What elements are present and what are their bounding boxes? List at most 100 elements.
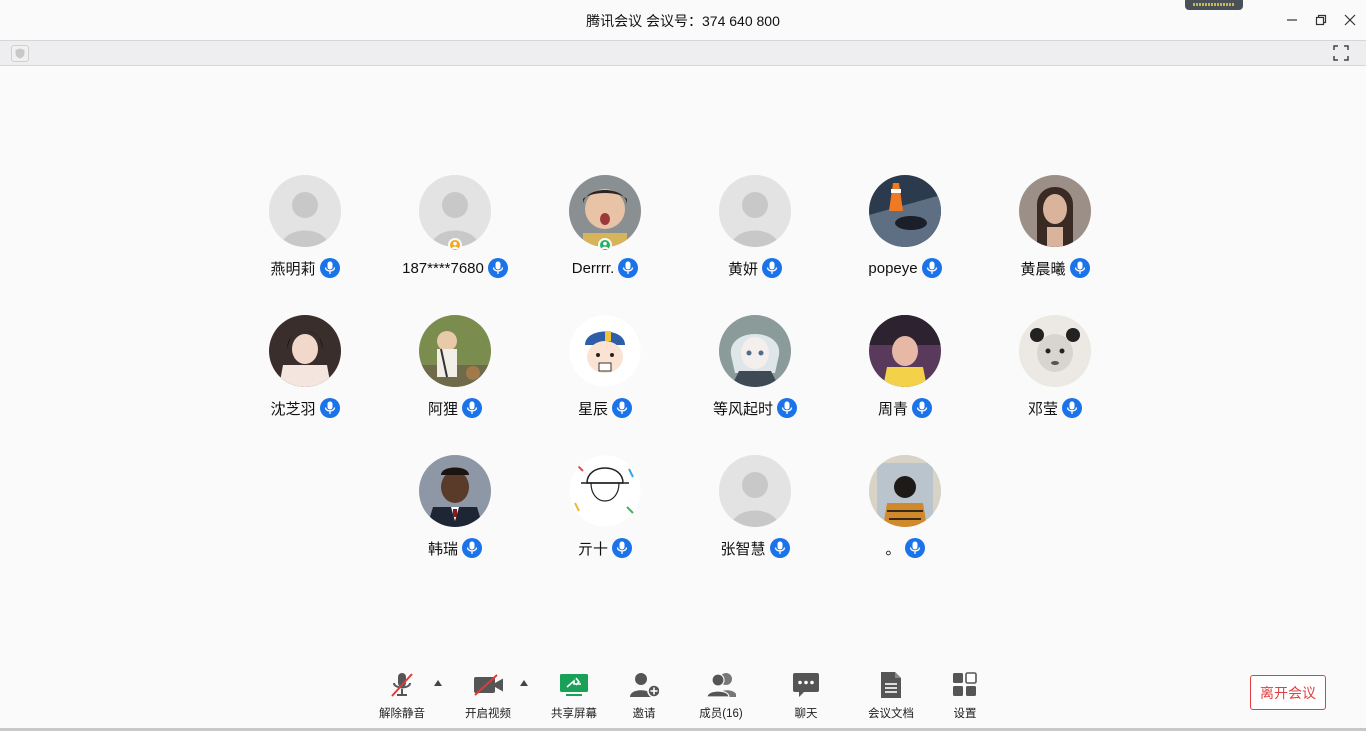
invite-button[interactable]: 邀请 [616, 670, 672, 722]
avatar [569, 315, 641, 387]
meeting-info-bar [0, 40, 1366, 66]
participant-name-row: 黄妍 [680, 257, 830, 279]
chat-button[interactable]: 聊天 [778, 670, 834, 722]
fullscreen-icon [1333, 45, 1349, 61]
participant-name-row: 张智慧 [680, 537, 830, 559]
participant-name-row: 亓十 [530, 537, 680, 559]
close-button[interactable] [1340, 10, 1360, 30]
avatar [719, 175, 791, 247]
participant-card[interactable]: 燕明莉 [230, 175, 380, 285]
mic-status-badge [487, 258, 508, 278]
participant-card[interactable]: 。 [830, 455, 980, 565]
unmute-button[interactable]: 解除静音 [374, 670, 430, 722]
avatar [719, 455, 791, 527]
participant-name-row: 阿狸 [380, 397, 530, 419]
participant-name-row: 187****7680 [380, 257, 530, 279]
participant-name: 阿狸 [427, 400, 458, 418]
settings-button[interactable]: 设置 [937, 670, 993, 722]
mic-icon [909, 541, 920, 554]
share-screen-label: 共享屏幕 [551, 708, 597, 720]
participant-name: 亓十 [577, 540, 608, 558]
avatar [269, 175, 341, 247]
mic-icon [616, 401, 628, 414]
co-host-badge-icon [598, 238, 612, 252]
bottom-toolbar: 解除静音 开启视频 共享屏幕 邀请 成员(16) 聊天 会议文档 设置 [0, 660, 1366, 731]
mic-status-badge [618, 258, 639, 278]
video-options-caret[interactable] [520, 680, 528, 686]
members-label: 成员(16) [699, 708, 743, 720]
avatar [269, 315, 341, 387]
mic-icon [466, 541, 478, 554]
chat-icon [793, 673, 819, 697]
mic-status-badge [762, 258, 782, 278]
start-video-button[interactable]: 开启视频 [460, 670, 516, 722]
participant-name-row: 邓莹 [980, 397, 1130, 419]
minimize-icon [1287, 19, 1297, 21]
participant-card[interactable]: 周青 [830, 315, 980, 425]
invite-label: 邀请 [632, 708, 656, 720]
participant-name: 星辰 [577, 400, 608, 418]
avatar [1019, 315, 1091, 387]
participant-name: popeye [868, 259, 918, 277]
shield-icon [15, 48, 25, 59]
minimize-button[interactable] [1282, 10, 1302, 30]
participant-card[interactable]: 韩瑞 [380, 455, 530, 565]
participant-name: 等风起时 [712, 400, 773, 418]
mic-icon [766, 261, 778, 274]
document-icon [881, 672, 901, 698]
participant-card[interactable]: 张智慧 [680, 455, 830, 565]
participant-name: 沈芝羽 [270, 400, 316, 418]
participant-card[interactable]: Derrrr. [530, 175, 680, 285]
avatar [719, 315, 791, 387]
mic-muted-icon [391, 673, 413, 697]
participant-name-row: popeye [830, 257, 980, 279]
mic-status-badge [777, 398, 797, 418]
participant-name: 张智慧 [720, 540, 766, 558]
audio-options-caret[interactable] [434, 680, 442, 686]
security-button[interactable] [11, 45, 29, 62]
participant-card[interactable]: 沈芝羽 [230, 315, 380, 425]
share-screen-button[interactable]: 共享屏幕 [546, 670, 602, 722]
mic-icon [781, 401, 793, 414]
fullscreen-button[interactable] [1333, 45, 1351, 62]
participant-name-row: 星辰 [530, 397, 680, 419]
unmute-label: 解除静音 [379, 708, 425, 720]
participant-card[interactable]: 星辰 [530, 315, 680, 425]
participant-card[interactable]: 187****7680 [380, 175, 530, 285]
restore-button[interactable] [1311, 10, 1331, 30]
meeting-docs-button[interactable]: 会议文档 [863, 670, 919, 722]
avatar [869, 455, 941, 527]
title-bar: 腾讯会议 会议号：374 640 800 [0, 0, 1366, 40]
mic-icon [616, 541, 628, 554]
close-icon [1344, 14, 1356, 26]
mic-status-badge [1069, 258, 1090, 278]
avatar [869, 175, 941, 247]
avatar [419, 455, 491, 527]
start-video-label: 开启视频 [465, 708, 511, 720]
participant-card[interactable]: 黄晨曦 [980, 175, 1130, 285]
avatar [1019, 175, 1091, 247]
participant-card[interactable]: 阿狸 [380, 315, 530, 425]
participant-name: Derrrr. [571, 259, 615, 277]
participant-name: 邓莹 [1027, 400, 1058, 418]
members-button[interactable]: 成员(16) [693, 670, 749, 722]
participant-name: 燕明莉 [270, 260, 316, 278]
participant-name: 187****7680 [402, 259, 484, 277]
restore-icon [1315, 14, 1327, 26]
participant-card[interactable]: 黄妍 [680, 175, 830, 285]
participant-name-row: 。 [830, 537, 980, 559]
mic-icon [623, 261, 634, 274]
mic-icon [1074, 261, 1085, 274]
leave-meeting-button[interactable]: 离开会议 [1250, 675, 1326, 710]
mic-icon [324, 401, 335, 414]
mic-icon [466, 401, 478, 414]
avatar [419, 315, 491, 387]
participant-card[interactable]: popeye [830, 175, 980, 285]
participant-card[interactable]: 亓十 [530, 455, 680, 565]
avatar [869, 315, 941, 387]
participant-card[interactable]: 等风起时 [680, 315, 830, 425]
participant-name: 周青 [877, 400, 908, 418]
participant-card[interactable]: 邓莹 [980, 315, 1130, 425]
window-title: 腾讯会议 会议号：374 640 800 [586, 13, 780, 29]
mic-status-badge [612, 398, 632, 418]
